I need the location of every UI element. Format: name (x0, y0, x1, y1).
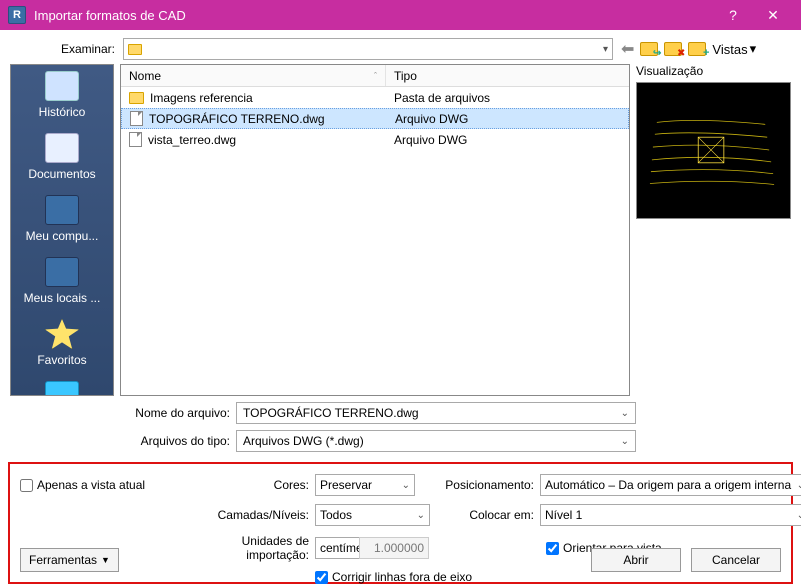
desktop-icon (45, 381, 79, 396)
nav-icons: ⬅ Vistas ▾ (621, 39, 756, 59)
import-options: Apenas a vista atual Cores: Preservar⌄ P… (8, 462, 793, 584)
file-type: Arquivo DWG (387, 112, 628, 126)
folder-delete-icon[interactable] (664, 42, 682, 56)
title-bar: R Importar formatos de CAD ? ✕ (0, 0, 801, 30)
places-bar: Histórico Documentos Meu compu... Meus l… (10, 64, 114, 396)
filename-area: Nome do arquivo: TOPOGRÁFICO TERRENO.dwg… (0, 396, 801, 456)
cancel-button[interactable]: Cancelar (691, 548, 781, 572)
unidades-factor (359, 537, 429, 559)
file-type: Arquivo DWG (386, 133, 629, 147)
preview-column: Visualização (636, 64, 791, 396)
file-name: Imagens referencia (150, 91, 253, 105)
corrigir-checkbox[interactable] (315, 571, 328, 584)
places-historico[interactable]: Histórico (11, 65, 113, 127)
file-type: Pasta de arquivos (386, 91, 629, 105)
vista-atual-label: Apenas a vista atual (37, 478, 145, 492)
chevron-down-icon: ▼ (101, 555, 110, 565)
ferramentas-button[interactable]: Ferramentas ▼ (20, 548, 119, 572)
places-rede[interactable]: Meus locais ... (11, 251, 113, 313)
views-label: Vistas (712, 42, 747, 57)
sort-indicator: ˆ (374, 71, 377, 81)
examine-label: Examinar: (10, 42, 115, 56)
cores-select[interactable]: Preservar⌄ (315, 474, 415, 496)
file-name: vista_terreo.dwg (148, 133, 236, 147)
colocar-select[interactable]: Nível 1⌄ (540, 504, 801, 526)
computer-icon (45, 195, 79, 225)
posicionamento-label: Posicionamento: (430, 478, 540, 492)
window-title: Importar formatos de CAD (34, 8, 713, 23)
history-icon (45, 71, 79, 101)
top-bar: Examinar: ▾ ⬅ Vistas ▾ (0, 30, 801, 64)
filetype-combo[interactable]: Arquivos DWG (*.dwg)⌄ (236, 430, 636, 452)
filetype-label: Arquivos do tipo: (126, 434, 230, 448)
places-documentos[interactable]: Documentos (11, 127, 113, 189)
path-combo[interactable]: ▾ (123, 38, 613, 60)
star-icon (45, 319, 79, 349)
places-computador[interactable]: Meu compu... (11, 189, 113, 251)
folder-icon (128, 44, 142, 55)
file-row[interactable]: vista_terreo.dwg Arquivo DWG (121, 129, 629, 150)
column-type[interactable]: Tipo (386, 69, 629, 83)
chevron-down-icon: ⌄ (621, 408, 629, 419)
corrigir-label: Corrigir linhas fora de eixo (332, 570, 472, 584)
file-icon (130, 111, 143, 126)
preview-image (637, 83, 790, 218)
file-name: TOPOGRÁFICO TERRENO.dwg (149, 112, 325, 126)
chevron-down-icon: ▾ (603, 44, 608, 55)
file-header: Nomeˆ Tipo (121, 65, 629, 87)
main-row: Histórico Documentos Meu compu... Meus l… (0, 64, 801, 396)
folder-up-icon[interactable] (640, 42, 658, 56)
vista-atual-checkbox[interactable] (20, 479, 33, 492)
documents-icon (45, 133, 79, 163)
help-button[interactable]: ? (713, 7, 753, 23)
places-favoritos[interactable]: Favoritos (11, 313, 113, 375)
app-icon: R (8, 6, 26, 24)
file-row[interactable]: TOPOGRÁFICO TERRENO.dwg Arquivo DWG (121, 108, 629, 129)
open-button[interactable]: Abrir (591, 548, 681, 572)
chevron-down-icon: ⌄ (621, 436, 629, 447)
folder-icon (129, 92, 144, 104)
network-icon (45, 257, 79, 287)
preview-label: Visualização (636, 64, 791, 78)
cores-label: Cores: (180, 478, 315, 492)
file-icon (129, 132, 142, 147)
close-button[interactable]: ✕ (753, 7, 793, 24)
orientar-checkbox[interactable] (546, 542, 559, 555)
folder-new-icon[interactable] (688, 42, 706, 56)
back-icon[interactable]: ⬅ (621, 39, 634, 59)
filename-combo[interactable]: TOPOGRÁFICO TERRENO.dwg⌄ (236, 402, 636, 424)
places-desktop[interactable]: Área de tra... (11, 375, 113, 396)
filename-label: Nome do arquivo: (126, 406, 230, 420)
file-browser: Nomeˆ Tipo Imagens referencia Pasta de ar… (120, 64, 630, 396)
file-list: Imagens referencia Pasta de arquivos TOPOG… (121, 87, 629, 395)
chevron-down-icon: ▾ (750, 41, 757, 57)
camadas-select[interactable]: Todos⌄ (315, 504, 430, 526)
file-row[interactable]: Imagens referencia Pasta de arquivos (121, 87, 629, 108)
posicionamento-select[interactable]: Automático – Da origem para a origem int… (540, 474, 801, 496)
column-name[interactable]: Nomeˆ (121, 65, 386, 86)
views-menu[interactable]: Vistas ▾ (712, 41, 756, 57)
colocar-label: Colocar em: (430, 508, 540, 522)
preview-box (636, 82, 791, 219)
camadas-label: Camadas/Níveis: (180, 508, 315, 522)
unidades-label: Unidades de importação: (180, 534, 315, 562)
